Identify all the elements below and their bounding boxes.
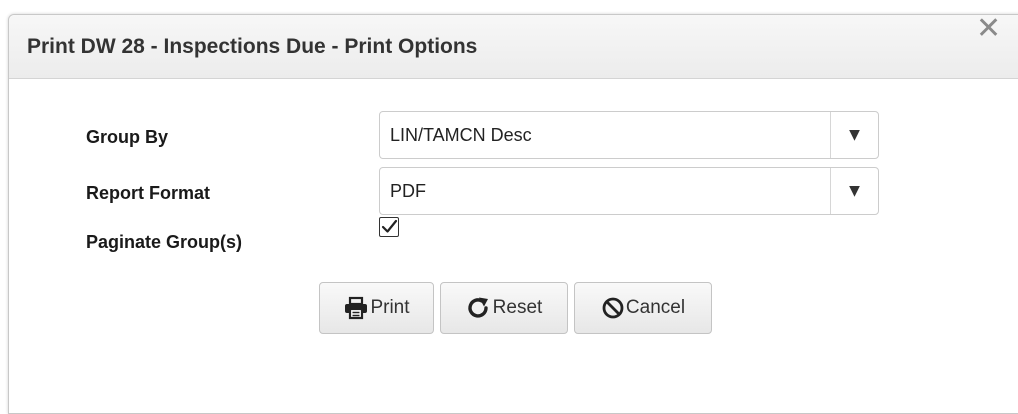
print-button[interactable]: Print	[319, 282, 434, 334]
report-format-value: PDF	[390, 181, 426, 201]
reset-button-label: Reset	[492, 297, 543, 318]
reset-button[interactable]: Reset	[440, 282, 568, 334]
print-button-label: Print	[370, 297, 410, 318]
paginate-groups-label: Paginate Group(s)	[86, 232, 243, 252]
cancel-button[interactable]: Cancel	[574, 282, 712, 334]
cancel-button-label: Cancel	[625, 297, 686, 318]
group-by-label: Group By	[86, 127, 169, 147]
group-by-value: LIN/TAMCN Desc	[390, 125, 532, 145]
ban-icon	[601, 296, 625, 320]
paginate-groups-checkbox[interactable]	[379, 217, 399, 237]
refresh-icon	[466, 296, 492, 320]
close-icon[interactable]: ✕	[976, 14, 1001, 44]
dialog-title: Print DW 28 - Inspections Due - Print Op…	[27, 35, 478, 58]
report-format-label: Report Format	[86, 183, 211, 203]
printer-icon	[343, 296, 369, 320]
caret-down-icon[interactable]: ▼	[831, 168, 878, 214]
report-format-select[interactable]: PDF ▼	[379, 167, 879, 215]
caret-down-icon[interactable]: ▼	[831, 112, 878, 158]
dialog-titlebar: Print DW 28 - Inspections Due - Print Op…	[9, 15, 1018, 79]
checkmark-icon	[381, 219, 398, 233]
group-by-select[interactable]: LIN/TAMCN Desc ▼	[379, 111, 879, 159]
